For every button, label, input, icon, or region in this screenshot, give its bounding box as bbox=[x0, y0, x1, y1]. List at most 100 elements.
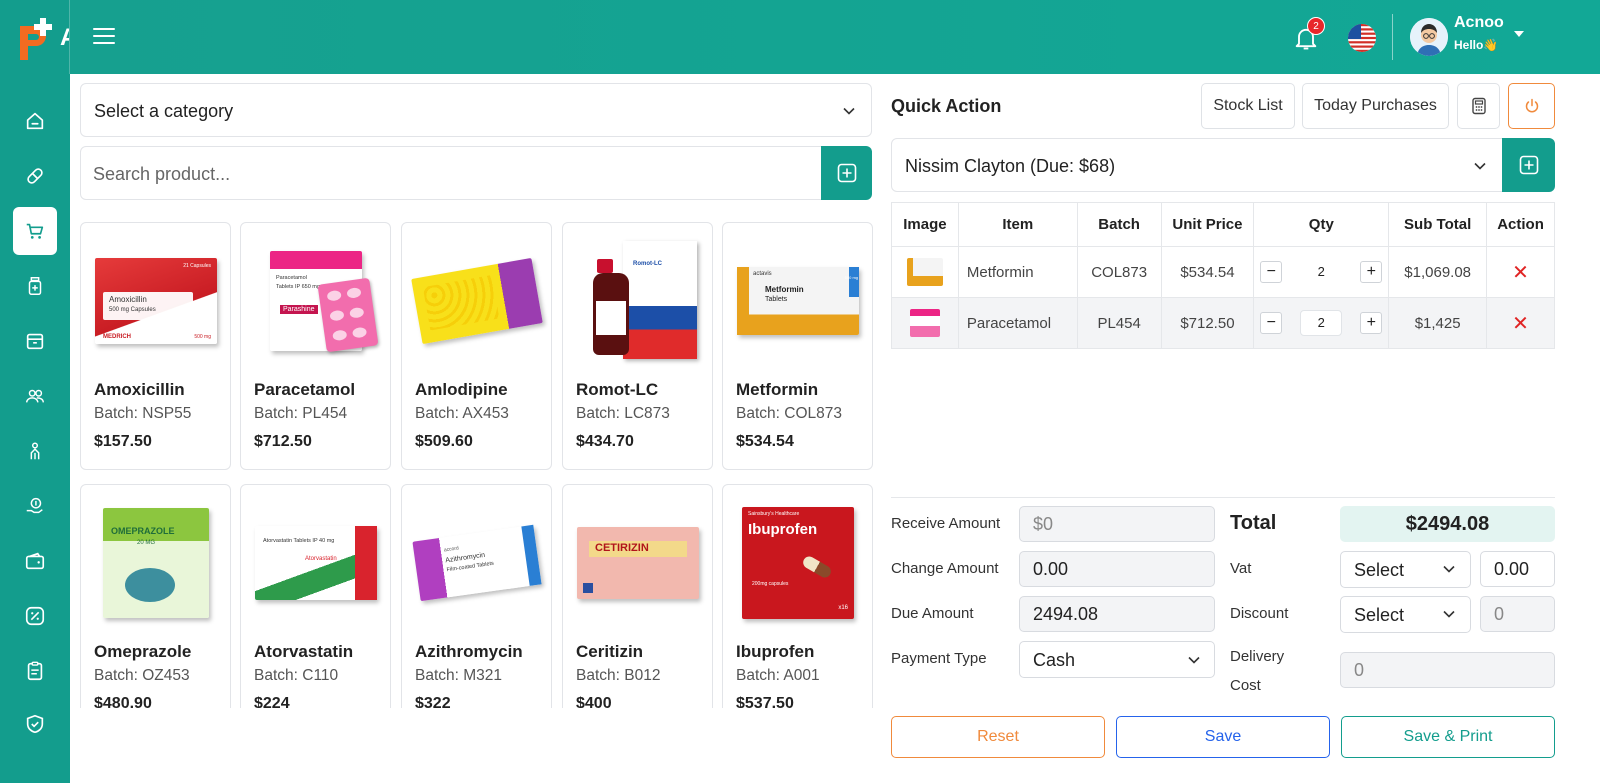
logo-text: A bbox=[60, 24, 69, 52]
product-card[interactable]: Sainsbury's Healthcare Ibuprofen 200mg c… bbox=[722, 484, 873, 708]
sidebar-item-roles[interactable] bbox=[13, 700, 57, 748]
sidebar-item-stock[interactable] bbox=[13, 317, 57, 365]
vat-amount-input[interactable]: 0.00 bbox=[1480, 551, 1555, 587]
delivery-cost-input[interactable]: 0 bbox=[1340, 652, 1555, 688]
product-image bbox=[411, 233, 543, 368]
payment-type-value: Cash bbox=[1033, 650, 1076, 670]
remove-item-icon[interactable]: ✕ bbox=[1512, 313, 1529, 335]
product-card[interactable]: 21 Capsules Amoxicillin 500 mg Capsules … bbox=[80, 222, 231, 470]
product-card[interactable]: Amlodipine Batch: AX453 $509.60 bbox=[401, 222, 552, 470]
discount-label: Discount bbox=[1230, 605, 1289, 622]
cart-item-subtotal: $1,425 bbox=[1388, 297, 1488, 349]
menu-toggle-icon[interactable] bbox=[92, 24, 116, 48]
add-customer-button[interactable] bbox=[1502, 138, 1555, 192]
divider bbox=[891, 497, 1555, 498]
sidebar-item-suppliers[interactable] bbox=[13, 427, 57, 475]
qty-decrement-button[interactable]: − bbox=[1260, 261, 1283, 283]
today-purchases-button[interactable]: Today Purchases bbox=[1302, 83, 1449, 129]
receive-amount-label: Receive Amount bbox=[891, 515, 1001, 532]
us-flag-icon[interactable] bbox=[1348, 24, 1376, 52]
total-label: Total bbox=[1230, 512, 1277, 534]
product-card[interactable]: Romot-LC Romot-LC Batch: LC873 $434.70 bbox=[562, 222, 713, 470]
receive-amount-input[interactable]: $0 bbox=[1019, 506, 1215, 542]
wallet-icon bbox=[25, 552, 45, 570]
product-price: $712.50 bbox=[254, 433, 312, 450]
sidebar-item-vat[interactable] bbox=[13, 592, 57, 640]
qty-decrement-button[interactable]: − bbox=[1260, 312, 1283, 334]
product-name: Ibuprofen bbox=[736, 642, 815, 661]
product-price: $157.50 bbox=[94, 433, 152, 450]
qty-input[interactable]: 2 bbox=[1300, 259, 1342, 285]
product-batch: Batch: AX453 bbox=[415, 405, 509, 422]
product-price: $537.50 bbox=[736, 695, 794, 708]
save-button[interactable]: Save bbox=[1116, 716, 1330, 758]
cart-item-action: ✕ bbox=[1486, 246, 1555, 298]
qty-input[interactable]: 2 bbox=[1300, 310, 1343, 336]
person-icon bbox=[30, 442, 40, 460]
product-batch: Batch: B012 bbox=[576, 667, 661, 684]
vat-select[interactable]: Select bbox=[1340, 551, 1471, 588]
cart-item-unit-price: $534.54 bbox=[1161, 246, 1255, 298]
sidebar-item-income[interactable] bbox=[13, 482, 57, 530]
vat-label: Vat bbox=[1230, 560, 1252, 577]
user-name[interactable]: Acnoo bbox=[1454, 14, 1504, 32]
save-print-button[interactable]: Save & Print bbox=[1341, 716, 1555, 758]
cart-item-image bbox=[891, 246, 959, 298]
sidebar-item-purchases[interactable] bbox=[13, 262, 57, 310]
power-button[interactable] bbox=[1508, 83, 1555, 129]
sidebar-item-dashboard[interactable] bbox=[13, 97, 57, 145]
sidebar-item-sales[interactable] bbox=[13, 207, 57, 255]
product-price: $224 bbox=[254, 695, 290, 708]
product-name: Omeprazole bbox=[94, 642, 192, 661]
table-row: Metformin COL873 $534.54 − 2 + $1,069.08… bbox=[891, 246, 1555, 298]
sidebar-item-customers[interactable] bbox=[13, 372, 57, 420]
product-image: actavis Metformin Tablets 500 mg bbox=[733, 233, 863, 368]
percent-icon bbox=[25, 606, 45, 626]
stock-list-button[interactable]: Stock List bbox=[1201, 83, 1295, 129]
add-product-button[interactable] bbox=[821, 146, 872, 200]
customer-select[interactable]: Nissim Clayton (Due: $68) bbox=[891, 138, 1503, 192]
remove-item-icon[interactable]: ✕ bbox=[1512, 262, 1529, 284]
sidebar: A bbox=[0, 0, 70, 783]
product-card[interactable]: accord Azithromycin Film-coated Tablets … bbox=[401, 484, 552, 708]
col-subtotal: Sub Total bbox=[1388, 202, 1488, 247]
discount-select[interactable]: Select bbox=[1340, 596, 1471, 633]
product-card[interactable]: actavis Metformin Tablets 500 mg Metform… bbox=[722, 222, 873, 470]
due-amount-input[interactable]: 2494.08 bbox=[1019, 596, 1215, 632]
change-amount-input[interactable]: 0.00 bbox=[1019, 551, 1215, 587]
product-price: $509.60 bbox=[415, 433, 473, 450]
calculator-button[interactable] bbox=[1457, 83, 1500, 129]
delivery-cost-label-2: Cost bbox=[1230, 677, 1261, 694]
chevron-down-icon bbox=[1443, 610, 1455, 618]
product-name: Amoxicillin bbox=[94, 380, 185, 399]
avatar[interactable] bbox=[1410, 18, 1448, 56]
chevron-down-icon bbox=[1188, 656, 1200, 664]
qty-increment-button[interactable]: + bbox=[1360, 312, 1383, 334]
search-input[interactable] bbox=[93, 159, 793, 189]
total-value: $2494.08 bbox=[1340, 506, 1555, 542]
sidebar-item-reports[interactable] bbox=[13, 647, 57, 695]
product-card[interactable]: CETIRIZIN Ceritizin Batch: B012 $400 bbox=[562, 484, 713, 708]
product-price: $480.90 bbox=[94, 695, 152, 708]
discount-select-value: Select bbox=[1354, 605, 1405, 625]
user-menu-caret-icon[interactable] bbox=[1514, 31, 1524, 37]
payment-type-select[interactable]: Cash bbox=[1019, 641, 1215, 678]
sidebar-item-expenses[interactable] bbox=[13, 537, 57, 585]
clipboard-icon bbox=[27, 661, 43, 681]
cart-table: Image Item Batch Unit Price Qty Sub Tota… bbox=[891, 202, 1555, 349]
product-image: OMEPRAZOLE 20 MG bbox=[91, 495, 221, 630]
col-unit-price: Unit Price bbox=[1160, 202, 1255, 247]
app-logo[interactable]: A bbox=[0, 0, 70, 74]
product-card[interactable]: Paracetamol Tablets IP 650 mg Parashine … bbox=[240, 222, 391, 470]
sidebar-item-medicines[interactable] bbox=[13, 152, 57, 200]
topbar: 2 Acnoo Hello👋 bbox=[70, 0, 1600, 74]
product-image: Atorvastatin Tablets IP 40 mg Atorvastat… bbox=[251, 495, 381, 630]
chevron-down-icon bbox=[843, 107, 855, 115]
product-card[interactable]: OMEPRAZOLE 20 MG Omeprazole Batch: OZ453… bbox=[80, 484, 231, 708]
category-select[interactable]: Select a category bbox=[80, 83, 872, 137]
product-card[interactable]: Atorvastatin Tablets IP 40 mg Atorvastat… bbox=[240, 484, 391, 708]
reset-button[interactable]: Reset bbox=[891, 716, 1105, 758]
product-price: $434.70 bbox=[576, 433, 634, 450]
discount-amount-input[interactable]: 0 bbox=[1480, 596, 1555, 632]
qty-increment-button[interactable]: + bbox=[1360, 261, 1383, 283]
